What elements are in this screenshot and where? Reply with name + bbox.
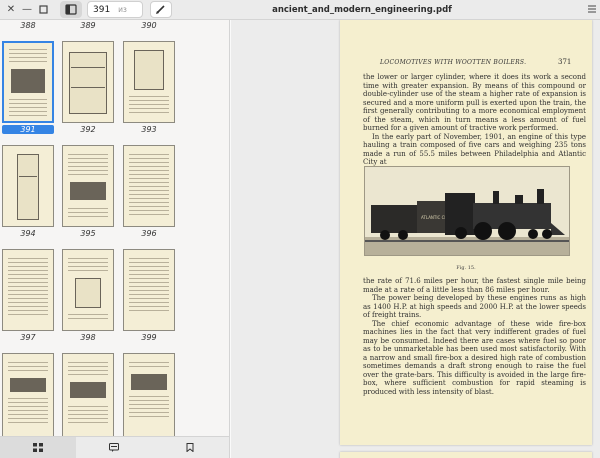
page-thumbnail-399[interactable]: [123, 249, 175, 331]
pdf-page-next: [340, 452, 592, 458]
tab-outline[interactable]: [76, 437, 152, 458]
maximize-icon[interactable]: [36, 3, 50, 17]
thumb-label-398[interactable]: 398: [62, 333, 114, 342]
minimize-icon[interactable]: —: [20, 3, 34, 17]
locomotive-illustration: ATLANTIC CITY RAILROAD: [365, 167, 569, 255]
document-title: ancient_and_modern_engineering.pdf: [272, 5, 452, 15]
pdf-page-391: LOCOMOTIVES WITH WOOTTEN BOILERS. 371 th…: [340, 20, 592, 445]
page-thumbnail-392[interactable]: [62, 41, 114, 123]
tab-thumbnails[interactable]: [0, 437, 76, 458]
tab-bookmarks[interactable]: [152, 437, 228, 458]
sidebar-toggle-button[interactable]: [60, 1, 82, 18]
page-thumbnail-394[interactable]: [2, 145, 54, 227]
page-thumbnail-398[interactable]: [62, 249, 114, 331]
paragraph-1: the lower or larger cylinder, where it d…: [363, 73, 586, 132]
thumb-label-389: 389: [80, 21, 96, 30]
thumb-label-397[interactable]: 397: [2, 333, 54, 342]
thumb-label-394[interactable]: 394: [2, 229, 54, 238]
thumb-label-393[interactable]: 393: [123, 125, 175, 134]
header-bar: ✕ — 391 из 458 ancient_and_modern_engine…: [0, 0, 600, 30]
paragraph-2: In the early part of November, 1901, an …: [363, 132, 586, 167]
paragraph-4: The power being developed by these engin…: [363, 294, 586, 319]
page-thumbnail-393[interactable]: [123, 41, 175, 123]
figure-caption: Fig. 15.: [456, 265, 476, 271]
page-number-entry[interactable]: 391 из 458: [87, 1, 143, 30]
running-head: LOCOMOTIVES WITH WOOTTEN BOILERS.: [380, 59, 527, 66]
page-thumbnail-391[interactable]: [2, 41, 54, 123]
thumb-label-388: 388: [20, 21, 36, 30]
page-thumbnail-397[interactable]: [2, 249, 54, 331]
thumb-label-391[interactable]: 391: [2, 125, 54, 134]
bookmarks-icon: [186, 443, 194, 452]
outline-icon: [109, 443, 119, 452]
sidebar-tab-bar: [0, 436, 230, 458]
locomotive-figure: ATLANTIC CITY RAILROAD: [364, 166, 570, 256]
text-block-bottom: the rate of 71.6 miles per hour, the fas…: [363, 277, 586, 396]
thumb-label-399[interactable]: 399: [123, 333, 175, 342]
thumb-label-390: 390: [141, 21, 157, 30]
pencil-icon: [156, 5, 165, 14]
page-thumbnail-396[interactable]: [123, 145, 175, 227]
current-page-value[interactable]: 391: [93, 5, 110, 15]
paragraph-5: The chief economic advantage of these wi…: [363, 319, 586, 396]
thumb-label-395[interactable]: 395: [62, 229, 114, 238]
document-view[interactable]: LOCOMOTIVES WITH WOOTTEN BOILERS. 371 th…: [231, 20, 600, 458]
page-thumbnail-400[interactable]: [2, 353, 54, 436]
thumb-label-396[interactable]: 396: [123, 229, 175, 238]
thumb-label-392[interactable]: 392: [62, 125, 114, 134]
page-thumbnail-395[interactable]: [62, 145, 114, 227]
printed-page-number: 371: [558, 58, 572, 66]
page-thumbnail-401[interactable]: [62, 353, 114, 436]
close-window-icon[interactable]: ✕: [4, 3, 18, 17]
paragraph-3: the rate of 71.6 miles per hour, the fas…: [363, 277, 586, 294]
menu-icon[interactable]: [586, 4, 598, 16]
annotate-button[interactable]: [150, 1, 172, 18]
page-thumbnail-402[interactable]: [123, 353, 175, 436]
sidebar-icon: [65, 4, 77, 15]
text-block-top: the lower or larger cylinder, where it d…: [363, 73, 586, 167]
thumbnails-icon: [33, 443, 43, 452]
thumbnail-sidebar[interactable]: 388 389 390 391 392 393 394 395 396 397: [0, 20, 230, 436]
